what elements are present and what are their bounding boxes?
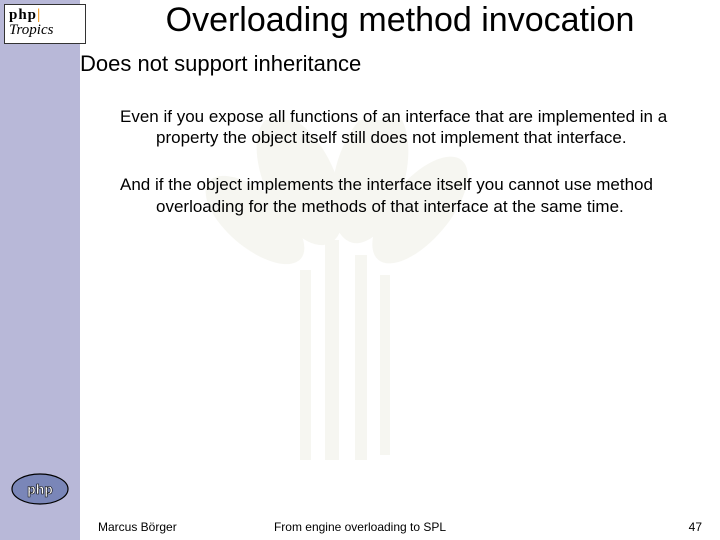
php-tropics-logo: php| Tropics xyxy=(4,4,86,44)
logo-text-pipe: | xyxy=(37,7,40,23)
footer-page-number: 47 xyxy=(689,520,702,534)
paragraph-2: And if the object implements the interfa… xyxy=(116,174,690,217)
sidebar-strip xyxy=(0,0,80,540)
logo-text-php: php xyxy=(9,7,37,23)
logo-text-tropics: Tropics xyxy=(9,23,81,38)
bullet-item: ☒ Does not support inheritance xyxy=(16,51,720,77)
paragraph-1: Even if you expose all functions of an i… xyxy=(116,106,690,149)
slide-content: Overloading method invocation ☒ Does not… xyxy=(80,0,720,540)
slide-title: Overloading method invocation xyxy=(80,0,720,49)
footer-title: From engine overloading to SPL xyxy=(0,520,720,534)
bullet-text: Does not support inheritance xyxy=(80,51,361,77)
slide-footer: Marcus Börger From engine overloading to… xyxy=(0,514,720,534)
svg-text:php: php xyxy=(27,481,53,497)
php-elephant-logo: php xyxy=(10,472,70,506)
